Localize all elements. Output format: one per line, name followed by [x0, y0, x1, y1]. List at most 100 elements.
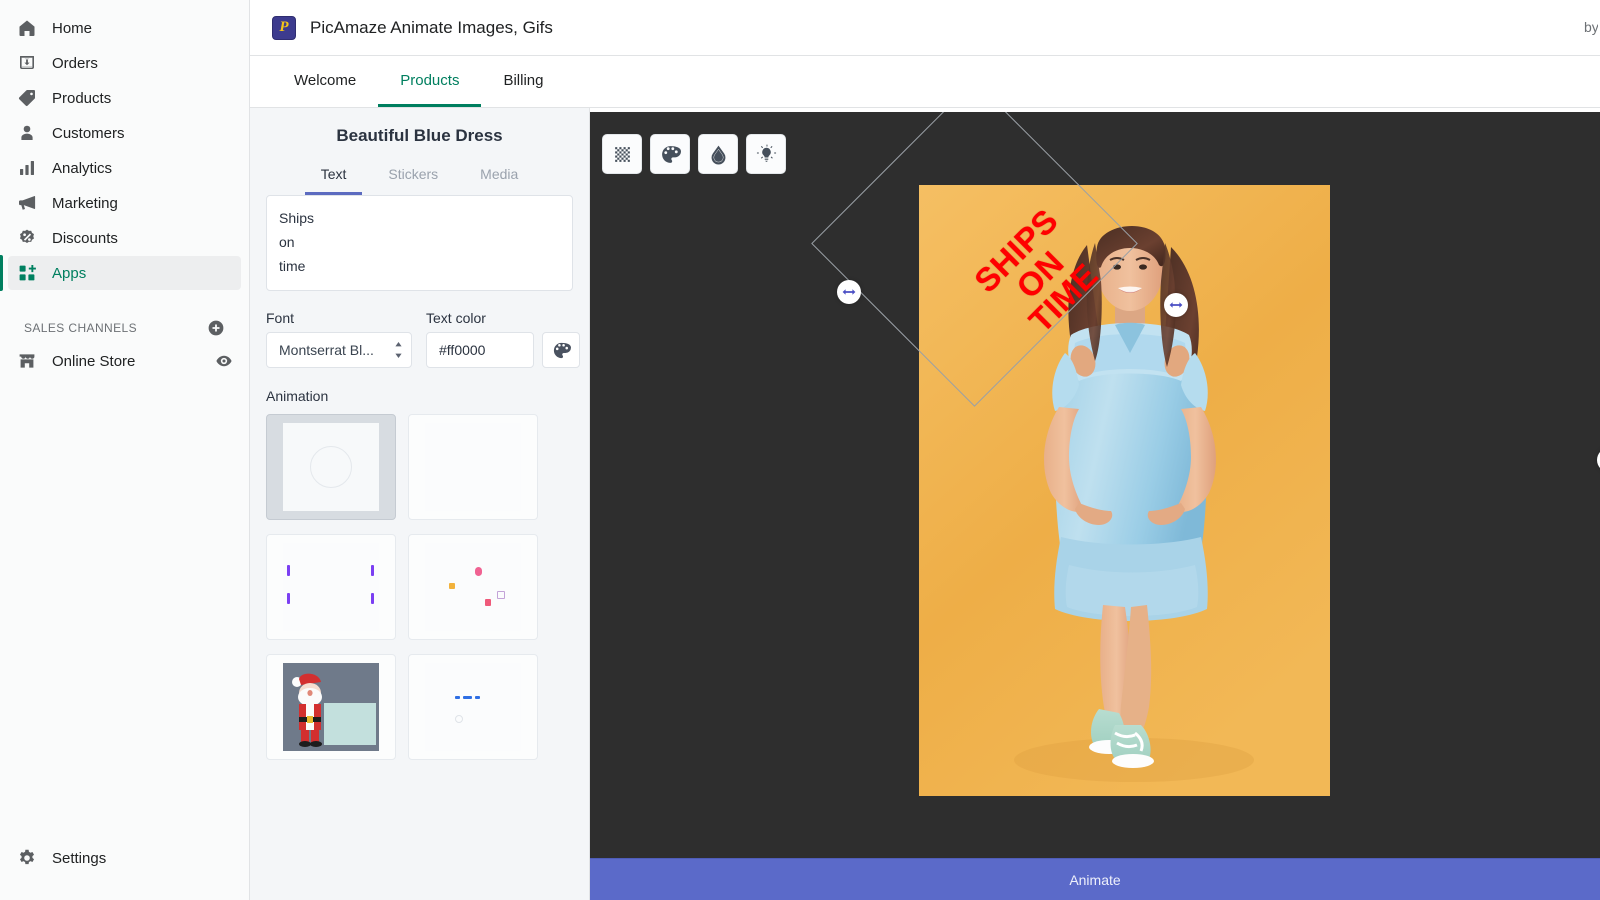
- plus-circle-icon[interactable]: [207, 319, 225, 337]
- color-group: [426, 332, 580, 368]
- dash-mark: [475, 696, 480, 699]
- tab-text[interactable]: Text: [304, 160, 363, 195]
- tab-media[interactable]: Media: [464, 160, 534, 195]
- sidebar-item-online-store[interactable]: Online Store: [8, 344, 241, 378]
- animation-preview: [425, 543, 521, 631]
- person-icon: [16, 122, 38, 144]
- palette-icon[interactable]: [542, 332, 580, 368]
- tab-billing[interactable]: Billing: [481, 57, 565, 107]
- confetti-mark: [475, 567, 482, 576]
- santa-thumbnail-image: [283, 663, 379, 751]
- spark-mark: [371, 593, 374, 604]
- overlay-text-input[interactable]: [266, 195, 573, 291]
- apps-grid-plus-icon: [16, 262, 38, 284]
- tab-products[interactable]: Products: [378, 57, 482, 107]
- storefront-icon: [16, 350, 38, 372]
- sidebar-item-label: Products: [52, 89, 112, 107]
- sidebar-item-label: Marketing: [52, 194, 118, 212]
- lightbulb-icon[interactable]: [746, 134, 786, 174]
- sidebar-item-orders[interactable]: Orders: [8, 46, 241, 80]
- app-tabs: Welcome Products Billing: [250, 56, 1600, 108]
- animation-grid: [266, 414, 573, 760]
- font-select-wrap: Montserrat Bl...: [266, 332, 412, 368]
- sidebar-item-customers[interactable]: Customers: [8, 116, 241, 150]
- sidebar-footer: Settings: [0, 840, 249, 900]
- sales-channels-header: SALES CHANNELS: [16, 319, 233, 337]
- font-select[interactable]: Montserrat Bl...: [266, 332, 412, 368]
- resize-handle-left[interactable]: [837, 280, 861, 304]
- header-by-text: by: [1584, 19, 1598, 35]
- sidebar-item-label: Apps: [52, 264, 87, 282]
- sidebar-item-label: Home: [52, 19, 93, 37]
- spark-mark: [287, 565, 290, 576]
- dash-mark: [455, 696, 460, 699]
- sidebar-item-label: Discounts: [52, 229, 118, 247]
- bar-chart-icon: [16, 157, 38, 179]
- font-label: Font: [266, 310, 295, 326]
- product-title: Beautiful Blue Dress: [336, 126, 503, 145]
- animation-option-4[interactable]: [408, 534, 538, 640]
- text-color-input[interactable]: [426, 332, 534, 368]
- animation-preview: [425, 663, 521, 751]
- main-area: P PicAmaze Animate Images, Gifs by Welco…: [250, 0, 1600, 900]
- pattern-grid-icon[interactable]: [602, 134, 642, 174]
- app-root: Home Orders Products Customers Analytics…: [0, 0, 1600, 900]
- animation-option-1[interactable]: [266, 414, 396, 520]
- font-field: Font Montserrat Bl...: [266, 310, 412, 368]
- palette-icon[interactable]: [650, 134, 690, 174]
- animation-option-3[interactable]: [266, 534, 396, 640]
- home-icon: [16, 17, 38, 39]
- canvas-toolbar: [602, 134, 786, 174]
- tab-stickers[interactable]: Stickers: [372, 160, 454, 195]
- sidebar-item-products[interactable]: Products: [8, 81, 241, 115]
- animation-option-6[interactable]: [408, 654, 538, 760]
- animation-preview: [283, 423, 379, 511]
- editor-tabs: Text Stickers Media: [266, 160, 573, 195]
- santa-figure-icon: [292, 673, 322, 747]
- logo-letter: P: [279, 19, 289, 35]
- animation-option-5[interactable]: [266, 654, 396, 760]
- app-header: P PicAmaze Animate Images, Gifs by: [250, 0, 1600, 56]
- sidebar: Home Orders Products Customers Analytics…: [0, 0, 250, 900]
- editor-panel: Beautiful Blue Dress Text Stickers Media…: [250, 108, 590, 900]
- sidebar-nav: Home Orders Products Customers Analytics…: [0, 0, 249, 291]
- text-color-field: Text color: [426, 310, 580, 368]
- page-title: PicAmaze Animate Images, Gifs: [310, 17, 553, 37]
- canvas[interactable]: SHIPS ON TIME: [590, 112, 1600, 858]
- eye-icon[interactable]: [215, 352, 233, 370]
- text-style-fields: Font Montserrat Bl... Text color: [266, 310, 580, 368]
- spark-mark: [287, 593, 290, 604]
- tag-icon: [16, 87, 38, 109]
- workspace: Beautiful Blue Dress Text Stickers Media…: [250, 108, 1600, 900]
- confetti-mark: [485, 599, 491, 606]
- sidebar-item-marketing[interactable]: Marketing: [8, 186, 241, 220]
- circle-outline-icon: [310, 446, 352, 488]
- sidebar-item-label: Online Store: [52, 352, 136, 370]
- resize-handle-right[interactable]: [1164, 293, 1188, 317]
- animate-button[interactable]: Animate: [590, 858, 1600, 900]
- megaphone-icon: [16, 192, 38, 214]
- animation-preview: [425, 423, 521, 511]
- animation-option-2[interactable]: [408, 414, 538, 520]
- tab-welcome[interactable]: Welcome: [272, 57, 378, 107]
- resize-horizontal-icon: [1169, 302, 1183, 308]
- animation-label: Animation: [266, 388, 329, 404]
- spark-mark: [371, 565, 374, 576]
- sidebar-item-discounts[interactable]: Discounts: [8, 221, 241, 255]
- santa-sign: [324, 703, 376, 745]
- sidebar-item-home[interactable]: Home: [8, 11, 241, 45]
- orders-inbox-icon: [16, 52, 38, 74]
- water-drop-icon[interactable]: [698, 134, 738, 174]
- canvas-area: SHIPS ON TIME Animate: [590, 108, 1600, 900]
- discount-percent-icon: [16, 227, 38, 249]
- sidebar-item-apps[interactable]: Apps: [0, 255, 241, 291]
- gear-icon: [16, 847, 38, 869]
- confetti-mark: [449, 583, 455, 589]
- sidebar-item-label: Customers: [52, 124, 125, 142]
- sidebar-item-settings[interactable]: Settings: [8, 841, 241, 875]
- sidebar-item-analytics[interactable]: Analytics: [8, 151, 241, 185]
- sidebar-item-label: Analytics: [52, 159, 113, 177]
- sales-channels-title: SALES CHANNELS: [24, 321, 137, 335]
- text-color-label: Text color: [426, 310, 486, 326]
- sidebar-item-label: Orders: [52, 54, 98, 72]
